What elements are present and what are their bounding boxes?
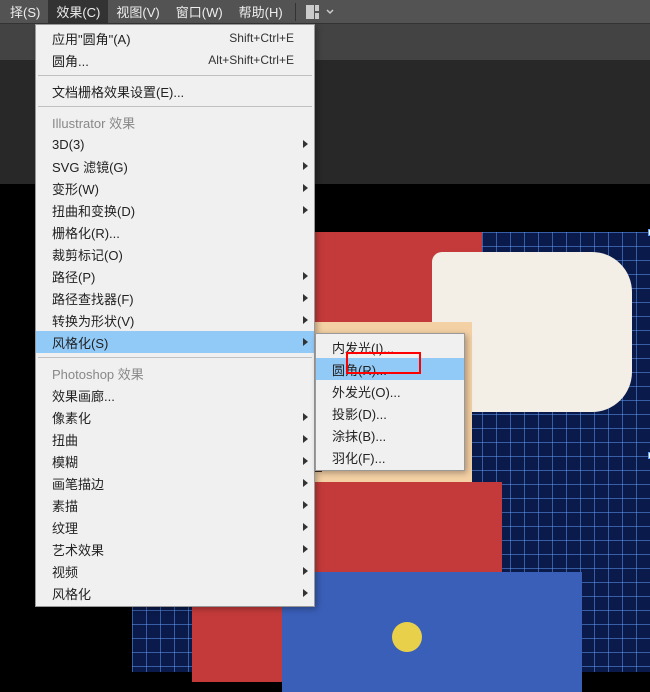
- menu-item-label: 艺术效果: [52, 540, 104, 559]
- chevron-down-icon: [326, 8, 334, 16]
- menu-item-label: 画笔描边: [52, 474, 104, 493]
- menu-item-label: 文档栅格效果设置(E)...: [52, 82, 184, 101]
- menu-item-label: 圆角...: [52, 51, 89, 70]
- effects-menu: 应用"圆角"(A) Shift+Ctrl+E 圆角... Alt+Shift+Ctrl…: [35, 24, 315, 607]
- menu-item-label: 纹理: [52, 518, 78, 537]
- menu-item-label: 扭曲和变换(D): [52, 201, 135, 220]
- menu-item-label: Photoshop 效果: [52, 364, 144, 383]
- menu-item[interactable]: 裁剪标记(O): [36, 243, 314, 265]
- layout-icon[interactable]: [300, 5, 340, 19]
- menubar: 择(S) 效果(C) 视图(V) 窗口(W) 帮助(H): [0, 0, 650, 24]
- submenu-item[interactable]: 羽化(F)...: [316, 446, 464, 468]
- submenu-arrow-icon: [303, 413, 308, 421]
- submenu-arrow-icon: [303, 457, 308, 465]
- submenu-arrow-icon: [303, 140, 308, 148]
- menu-item[interactable]: 栅格化(R)...: [36, 221, 314, 243]
- submenu-arrow-icon: [303, 316, 308, 324]
- menu-item[interactable]: 变形(W): [36, 177, 314, 199]
- submenu-arrow-icon: [303, 294, 308, 302]
- menu-item[interactable]: 视频: [36, 560, 314, 582]
- submenu-arrow-icon: [303, 162, 308, 170]
- menu-item-label: 像素化: [52, 408, 91, 427]
- menu-item-label: 视频: [52, 562, 78, 581]
- submenu-arrow-icon: [303, 206, 308, 214]
- menubar-divider: [295, 3, 296, 21]
- submenu-item-label: 内发光(I)...: [332, 338, 394, 357]
- menubar-window[interactable]: 窗口(W): [168, 0, 231, 24]
- menu-item-label: 应用"圆角"(A): [52, 29, 131, 48]
- submenu-arrow-icon: [303, 479, 308, 487]
- submenu-arrow-icon: [303, 589, 308, 597]
- menu-item[interactable]: 文档栅格效果设置(E)...: [36, 80, 314, 102]
- submenu-arrow-icon: [303, 338, 308, 346]
- menu-item-label: 模糊: [52, 452, 78, 471]
- menu-separator: [38, 75, 312, 76]
- submenu-arrow-icon: [303, 184, 308, 192]
- submenu-item-label: 投影(D)...: [332, 404, 387, 423]
- menu-item-label: 路径(P): [52, 267, 95, 286]
- menu-item[interactable]: 风格化: [36, 582, 314, 604]
- menu-item[interactable]: 模糊: [36, 450, 314, 472]
- submenu-item[interactable]: 涂抹(B)...: [316, 424, 464, 446]
- menu-item[interactable]: 像素化: [36, 406, 314, 428]
- menu-item[interactable]: 纹理: [36, 516, 314, 538]
- menu-item-label: 栅格化(R)...: [52, 223, 120, 242]
- menubar-help[interactable]: 帮助(H): [231, 0, 291, 24]
- menu-item-label: 路径查找器(F): [52, 289, 134, 308]
- menu-item: Photoshop 效果: [36, 362, 314, 384]
- menu-item-label: Illustrator 效果: [52, 113, 135, 132]
- menu-shortcut: Alt+Shift+Ctrl+E: [208, 53, 294, 67]
- menu-item-label: 风格化: [52, 584, 91, 603]
- stylize-submenu: 内发光(I)... 圆角(R)... 外发光(O)... 投影(D)... 涂抹(B).…: [315, 333, 465, 471]
- menu-item[interactable]: 路径(P): [36, 265, 314, 287]
- menubar-view[interactable]: 视图(V): [108, 0, 167, 24]
- submenu-arrow-icon: [303, 435, 308, 443]
- submenu-item-label: 涂抹(B)...: [332, 426, 386, 445]
- submenu-arrow-icon: [303, 523, 308, 531]
- menu-item[interactable]: 转换为形状(V): [36, 309, 314, 331]
- menu-item[interactable]: 路径查找器(F): [36, 287, 314, 309]
- menu-item-label: 素描: [52, 496, 78, 515]
- menu-item[interactable]: 3D(3): [36, 133, 314, 155]
- submenu-arrow-icon: [303, 501, 308, 509]
- menu-item[interactable]: 画笔描边: [36, 472, 314, 494]
- menu-item[interactable]: 素描: [36, 494, 314, 516]
- menu-item[interactable]: 应用"圆角"(A) Shift+Ctrl+E: [36, 27, 314, 49]
- submenu-item-label: 羽化(F)...: [332, 448, 385, 467]
- menu-item-label: 转换为形状(V): [52, 311, 134, 330]
- menu-item[interactable]: SVG 滤镜(G): [36, 155, 314, 177]
- submenu-arrow-icon: [303, 545, 308, 553]
- menu-separator: [38, 106, 312, 107]
- art-overalls: [282, 572, 582, 692]
- menu-item-label: 扭曲: [52, 430, 78, 449]
- menu-item-label: 变形(W): [52, 179, 99, 198]
- menubar-select[interactable]: 择(S): [2, 0, 48, 24]
- menu-item-label: 3D(3): [52, 137, 85, 152]
- menu-item[interactable]: 扭曲和变换(D): [36, 199, 314, 221]
- submenu-arrow-icon: [303, 567, 308, 575]
- menu-item[interactable]: 扭曲: [36, 428, 314, 450]
- submenu-item[interactable]: 外发光(O)...: [316, 380, 464, 402]
- submenu-item[interactable]: 圆角(R)...: [316, 358, 464, 380]
- menu-shortcut: Shift+Ctrl+E: [229, 31, 294, 45]
- menu-item[interactable]: 艺术效果: [36, 538, 314, 560]
- menu-item: Illustrator 效果: [36, 111, 314, 133]
- menu-item-label: 效果画廊...: [52, 386, 115, 405]
- submenu-item[interactable]: 内发光(I)...: [316, 336, 464, 358]
- menubar-effects[interactable]: 效果(C): [48, 0, 108, 24]
- art-button: [392, 622, 422, 652]
- submenu-item[interactable]: 投影(D)...: [316, 402, 464, 424]
- submenu-item-label: 外发光(O)...: [332, 382, 401, 401]
- menu-item[interactable]: 圆角... Alt+Shift+Ctrl+E: [36, 49, 314, 71]
- menu-item[interactable]: 效果画廊...: [36, 384, 314, 406]
- submenu-arrow-icon: [303, 272, 308, 280]
- menu-separator: [38, 357, 312, 358]
- menu-item-label: SVG 滤镜(G): [52, 157, 128, 176]
- menu-item[interactable]: 风格化(S): [36, 331, 314, 353]
- submenu-item-label: 圆角(R)...: [332, 360, 387, 379]
- menu-item-label: 裁剪标记(O): [52, 245, 123, 264]
- menu-item-label: 风格化(S): [52, 333, 108, 352]
